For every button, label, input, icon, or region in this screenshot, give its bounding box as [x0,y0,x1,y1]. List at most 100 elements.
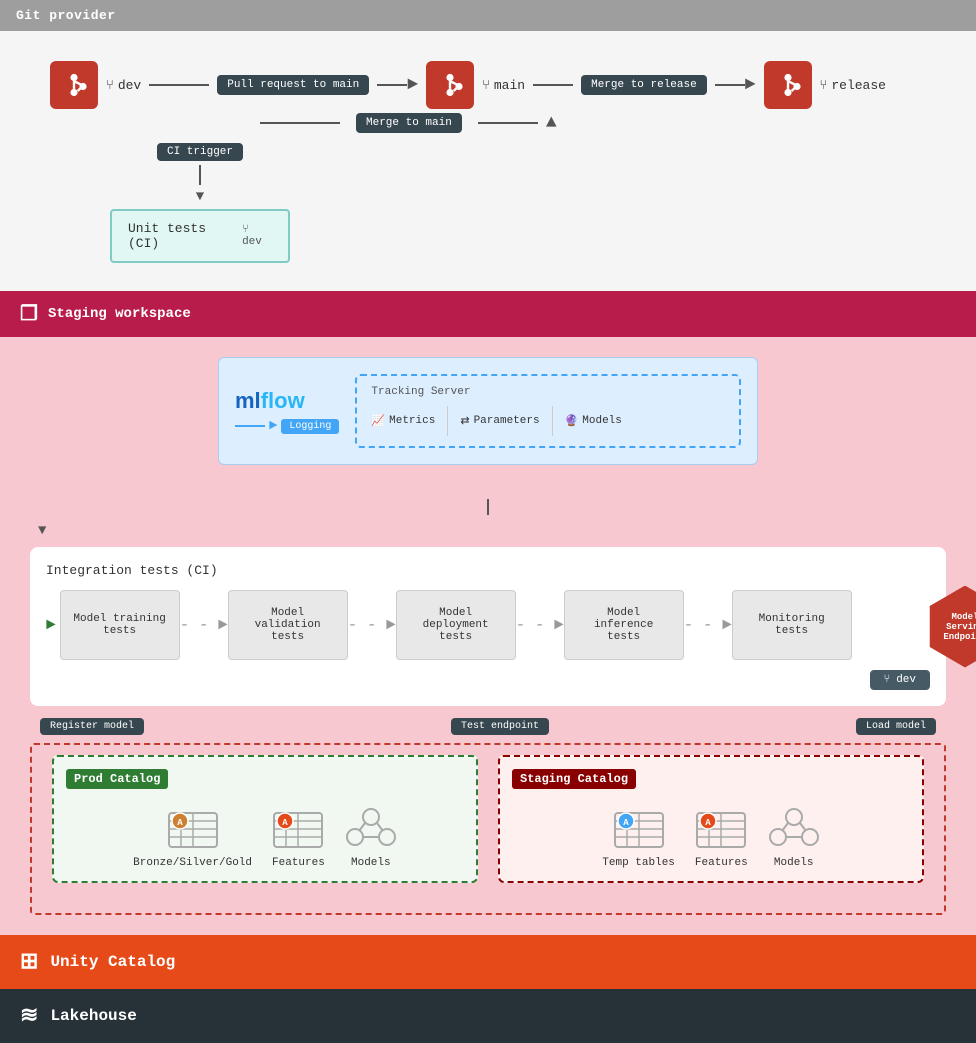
staging-models-icon [768,799,820,851]
dev-bar-icon: ⑂ [884,674,891,686]
staging-header: ❐ Staging workspace [0,291,976,337]
tracking-items: 📈 Metrics ⇄ Parameters 🔮 Models [371,406,725,436]
parameters-label: Parameters [474,415,540,427]
staging-catalog-title: Staging Catalog [512,769,636,789]
model-inference-tests-label: Model inference tests [577,607,671,643]
integration-tests-box: Integration tests (CI) ► Model training … [30,547,946,706]
main-branch-text: main [494,78,525,93]
down-arrowhead-row: ▼ [38,523,956,539]
prod-bronze-item: A Bronze/Silver/Gold [133,799,252,869]
metrics-item: 📈 Metrics [371,414,435,428]
model-serving-endpoint-label: Model Serving Endpoint [924,586,976,668]
svg-text:A: A [283,818,289,828]
merge-release-arrow: Merge to release ► [533,75,755,95]
staging-features-label: Features [695,857,748,869]
merge-main-label: Merge to main [356,113,462,133]
parameters-icon: ⇄ [460,414,469,428]
ci-arrow-down: ▼ [196,189,204,205]
integration-title: Integration tests (CI) [46,563,930,578]
dev-bar-label: dev [896,674,916,686]
dev-branch-text: dev [118,78,141,93]
git-flow-row: ⑂ dev Pull request to main ► ⑂ main [50,61,946,109]
dev-git-icon [50,61,98,109]
logging-badge: Logging [281,419,339,434]
model-deployment-tests-label: Model deployment tests [409,607,503,643]
enter-arrow: ► [46,616,56,634]
monitoring-tests-label: Monitoring tests [745,613,839,637]
ci-trigger-col: CI trigger ▼ Unit tests (CI) ⑂ dev [110,143,290,263]
integration-wrapper: Integration tests (CI) ► Model training … [20,547,956,706]
dashed-arrow-1: - - ► [180,616,228,634]
test-steps-row: ► Model training tests - - ► Model valid… [46,590,930,660]
dashed-arrow-2: - - ► [348,616,396,634]
prod-models-item: Models [345,799,397,869]
staging-catalog-items: A Temp tables [512,799,910,869]
ci-trigger-badge: CI trigger [157,143,243,161]
staging-workspace: ❐ Staging workspace mlflow ► Logging Tra… [0,291,976,935]
model-deployment-tests-box: Model deployment tests [396,590,516,660]
dev-branch-label: ⑂ dev [106,78,141,93]
unity-catalog-icon: ⊞ [20,949,38,975]
staging-title: Staging workspace [48,306,191,322]
main-git-icon [426,61,474,109]
tracking-server-title: Tracking Server [371,386,725,398]
prod-features-item: A Features [272,799,325,869]
git-provider-bar: Git provider [0,0,976,31]
labels-row: Register model Test endpoint Load model [20,710,956,743]
staging-features-item: A Features [695,799,748,869]
mlflow-row: mlflow ► Logging Tracking Server 📈 Metri… [20,357,956,485]
register-model-badge: Register model [40,718,144,735]
mlflow-logo-col: mlflow ► Logging [235,388,339,434]
load-model-badge: Load model [856,718,936,735]
parameters-item: ⇄ Parameters [460,414,539,428]
release-branch-text: release [831,78,886,93]
svg-text:A: A [623,818,629,828]
tracking-server-box: Tracking Server 📈 Metrics ⇄ Parameters [355,374,741,448]
main-branch-label: ⑂ main [482,78,525,93]
model-inference-tests-box: Model inference tests [564,590,684,660]
staging-catalog-box: Staging Catalog [498,755,924,883]
branch-icon-dev: ⑂ [106,78,114,93]
unity-catalog-title: Unity Catalog [50,953,175,971]
staging-models-label: Models [774,857,814,869]
prod-models-label: Models [351,857,391,869]
dashed-arrow-4: - - ► [684,616,732,634]
models-item: 🔮 Models [565,414,622,428]
catalogs-row: Prod Catalog [32,745,944,903]
top-section: ⑂ dev Pull request to main ► ⑂ main [0,31,976,291]
models-icon: 🔮 [565,414,579,428]
pull-request-label: Pull request to main [217,75,369,95]
model-validation-tests-label: Model validation tests [241,607,335,643]
monitoring-tests-box: Monitoring tests [732,590,852,660]
test-endpoint-badge: Test endpoint [451,718,549,735]
prod-features-label: Features [272,857,325,869]
metrics-icon: 📈 [371,414,385,428]
divider2 [552,406,553,436]
release-branch-label: ⑂ release [820,78,886,93]
model-serving-endpoint: Model Serving Endpoint [924,586,976,668]
lakehouse-title: Lakehouse [50,1007,136,1025]
svg-text:A: A [177,818,183,828]
models-label: Models [582,415,622,427]
unit-tests-box: Unit tests (CI) ⑂ dev [110,209,290,263]
mlflow-logo: mlflow [235,388,305,414]
unit-tests-label: Unit tests (CI) [128,221,234,251]
staging-icon: ❐ [20,301,38,327]
staging-features-icon: A [695,799,747,851]
staging-temp-icon: A [613,799,665,851]
merge-release-label: Merge to release [581,75,707,95]
git-provider-title: Git provider [16,8,116,23]
metrics-label: Metrics [389,415,435,427]
prod-bronze-icon: A [167,799,219,851]
ci-vert-line [199,165,201,185]
model-validation-tests-box: Model validation tests [228,590,348,660]
svg-text:A: A [706,818,712,828]
lakehouse-icon: ≋ [20,1003,38,1029]
staging-temp-item: A Temp tables [602,799,675,869]
unity-catalog-bar: ⊞ Unity Catalog [0,935,976,989]
release-git-icon [764,61,812,109]
branch-icon-main: ⑂ [482,78,490,93]
merge-main-row: Merge to main ▲ [260,113,946,133]
staging-models-item: Models [768,799,820,869]
ci-section: CI trigger ▼ Unit tests (CI) ⑂ dev [110,143,946,263]
